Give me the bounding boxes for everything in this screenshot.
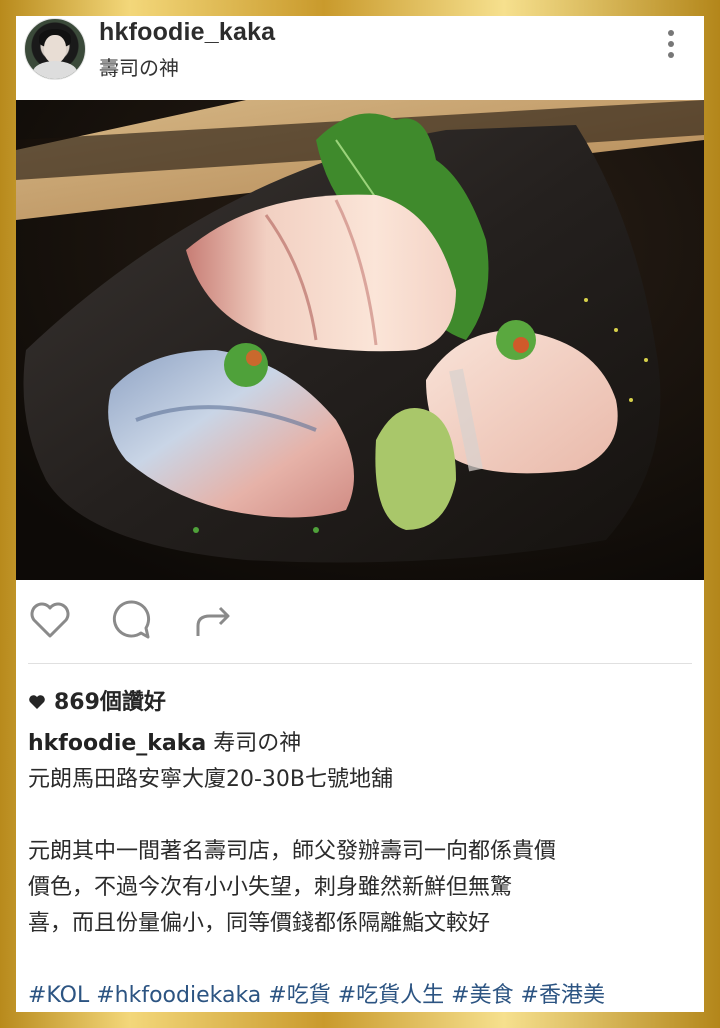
caption-username[interactable]: hkfoodie_kaka [28, 731, 206, 756]
caption-address: 元朗馬田路安寧大廈20-30B七號地舖 [28, 767, 394, 792]
caption-line: 價色，不過今次有小小失望，刺身雖然新鮮但無驚 [28, 875, 513, 900]
caption-line: 元朗其中一間著名壽司店，師父發辦壽司一向都係貴價 [28, 839, 557, 864]
comment-icon[interactable] [108, 596, 156, 644]
heart-filled-icon [28, 689, 48, 716]
avatar[interactable] [24, 18, 86, 80]
caption: hkfoodie_kaka 寿司の神 元朗馬田路安寧大廈20-30B七號地舖 元… [28, 726, 694, 1012]
likes-count[interactable]: 869個讚好 [28, 684, 166, 716]
action-bar [16, 596, 704, 646]
post-photo[interactable] [16, 100, 704, 580]
hashtags[interactable]: #KOL #hkfoodiekaka #吃貨 #吃貨人生 #美食 #香港美 [28, 978, 694, 1012]
more-vertical-icon[interactable] [664, 30, 678, 64]
avatar-face [44, 35, 66, 63]
caption-title: 寿司の神 [206, 731, 302, 756]
heart-icon[interactable] [26, 596, 74, 644]
share-icon[interactable] [190, 596, 238, 644]
likes-text: 869個讚好 [54, 690, 166, 715]
divider [28, 663, 692, 664]
post-username[interactable]: hkfoodie_kaka [99, 18, 275, 47]
post-location[interactable]: 壽司の神 [99, 52, 179, 81]
post-card: hkfoodie_kaka 壽司の神 869個讚好 hkfoodie_kaka … [16, 16, 704, 1012]
post-header: hkfoodie_kaka 壽司の神 [16, 16, 704, 100]
caption-line: 喜，而且份量偏小，同等價錢都係隔離鮨文較好 [28, 911, 491, 936]
avatar-shirt [33, 61, 77, 79]
